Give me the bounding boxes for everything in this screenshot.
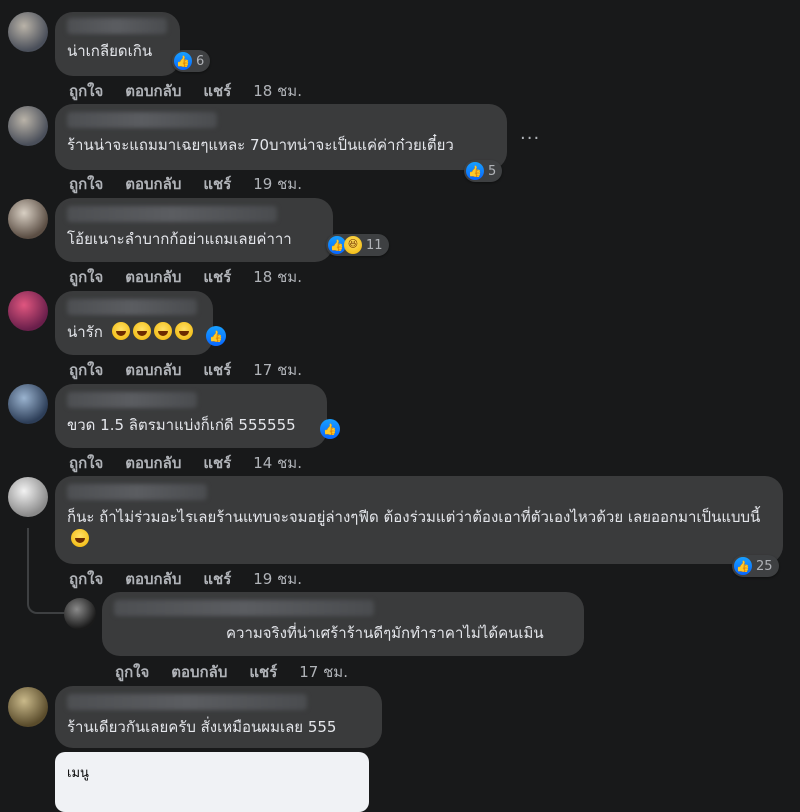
reaction-summary[interactable]: 👍 5 (464, 160, 503, 182)
reply-link[interactable]: ตอบกลับ (171, 660, 227, 684)
comment-actions: ถูกใจ ตอบกลับ แชร์ 17 ชม. (69, 358, 302, 382)
reply-link[interactable]: ตอบกลับ (125, 451, 181, 475)
comment-bubble: น่ารัก (55, 291, 213, 355)
comment-actions: ถูกใจ ตอบกลับ แชร์ 19 ชม. (69, 172, 302, 196)
like-link[interactable]: ถูกใจ (69, 567, 103, 591)
comment-actions: ถูกใจ ตอบกลับ แชร์ 19 ชม. (69, 567, 302, 591)
share-link[interactable]: แชร์ (203, 172, 231, 196)
comment-bubble: ร้านน่าจะแถมมาเฉยๆแหละ 70บาทน่าจะเป็นแค่… (55, 104, 507, 170)
commenter-avatar[interactable] (8, 384, 48, 424)
commenter-name[interactable] (67, 694, 307, 710)
comment-bubble: ก็นะ ถ้าไม่ร่วมอะไรเลยร้านแทบจะจมอยู่ล่า… (55, 476, 783, 564)
share-link[interactable]: แชร์ (203, 79, 231, 103)
reply-bubble: ความจริงที่น่าเศร้าร้านดีๆมักทำราคาไม่ได… (102, 592, 584, 656)
reply-link[interactable]: ตอบกลับ (125, 358, 181, 382)
like-reaction-icon: 👍 (466, 162, 484, 180)
laughing-emoji-icon (153, 322, 172, 340)
laughing-emoji-icon (132, 322, 151, 340)
share-link[interactable]: แชร์ (203, 451, 231, 475)
like-link[interactable]: ถูกใจ (69, 265, 103, 289)
reply-text: ความจริงที่น่าเศร้าร้านดีๆมักทำราคาไม่ได… (226, 624, 544, 642)
comment-bubble: ขวด 1.5 ลิตรมาแบ่งก็เก่ดี 555555 (55, 384, 327, 448)
like-link[interactable]: ถูกใจ (69, 451, 103, 475)
reply-link[interactable]: ตอบกลับ (125, 172, 181, 196)
laughing-emoji-icon (111, 322, 130, 340)
commenter-avatar[interactable] (8, 12, 48, 52)
commenter-avatar[interactable] (8, 687, 48, 727)
menu-card-title: เมนู (67, 766, 89, 781)
reply-avatar[interactable] (64, 598, 96, 630)
comment-bubble: น่าเกลียดเกิน (55, 12, 180, 76)
commenter-name[interactable] (67, 392, 197, 408)
comment-text: น่าเกลียดเกิน (67, 42, 153, 60)
share-link[interactable]: แชร์ (203, 567, 231, 591)
commenter-name[interactable] (67, 112, 217, 128)
like-link[interactable]: ถูกใจ (115, 660, 149, 684)
like-reaction-icon: 👍 (734, 557, 752, 575)
timestamp[interactable]: 18 ชม. (253, 265, 302, 289)
commenter-avatar[interactable] (8, 291, 48, 331)
reply-link[interactable]: ตอบกลับ (125, 567, 181, 591)
like-reaction-icon: 👍 (174, 52, 192, 70)
reaction-summary[interactable]: 👍 6 (172, 50, 211, 72)
commenter-avatar[interactable] (8, 199, 48, 239)
comment-actions: ถูกใจ ตอบกลับ แชร์ 18 ชม. (69, 79, 302, 103)
reply-commenter-name[interactable] (114, 600, 374, 616)
comment-text: ขวด 1.5 ลิตรมาแบ่งก็เก่ดี 555555 (67, 416, 296, 434)
reaction-count: 11 (366, 237, 383, 253)
like-reaction-icon[interactable]: 👍 (206, 326, 226, 346)
menu-card-preview[interactable]: เมนู (55, 752, 369, 812)
laughing-emoji-icon (174, 322, 193, 340)
comment-actions: ถูกใจ ตอบกลับ แชร์ 18 ชม. (69, 265, 302, 289)
timestamp[interactable]: 18 ชม. (253, 79, 302, 103)
comment-text-content: ก็นะ ถ้าไม่ร่วมอะไรเลยร้านแทบจะจมอยู่ล่า… (67, 508, 761, 526)
commenter-name[interactable] (67, 299, 197, 315)
comment-text: ร้านน่าจะแถมมาเฉยๆแหละ 70บาทน่าจะเป็นแค่… (67, 136, 454, 154)
comment-text: น่ารัก (67, 321, 201, 343)
share-link[interactable]: แชร์ (249, 660, 277, 684)
like-link[interactable]: ถูกใจ (69, 172, 103, 196)
reaction-count: 25 (756, 558, 773, 574)
commenter-avatar[interactable] (8, 477, 48, 517)
comment-text: ก็นะ ถ้าไม่ร่วมอะไรเลยร้านแทบจะจมอยู่ล่า… (67, 506, 767, 550)
timestamp[interactable]: 19 ชม. (253, 567, 302, 591)
reply-link[interactable]: ตอบกลับ (125, 79, 181, 103)
expressionless-emoji-icon (71, 529, 89, 547)
reply-link[interactable]: ตอบกลับ (125, 265, 181, 289)
share-link[interactable]: แชร์ (203, 358, 231, 382)
comment-text: ร้านเดียวกันเลยครับ สั่งเหมือนผมเลย 555 (67, 718, 337, 736)
timestamp[interactable]: 17 ชม. (253, 358, 302, 382)
commenter-name[interactable] (67, 484, 207, 500)
reply-actions: ถูกใจ ตอบกลับ แชร์ 17 ชม. (115, 660, 348, 684)
commenter-avatar[interactable] (8, 106, 48, 146)
comment-text: โอ้ยเนาะลำบากก้อย่าแถมเลยค่าาา (67, 230, 292, 248)
more-options-icon[interactable]: ··· (520, 128, 540, 149)
commenter-name[interactable] (67, 18, 167, 34)
like-link[interactable]: ถูกใจ (69, 358, 103, 382)
timestamp[interactable]: 14 ชม. (253, 451, 302, 475)
commenter-name[interactable] (67, 206, 277, 222)
comment-bubble: ร้านเดียวกันเลยครับ สั่งเหมือนผมเลย 555 (55, 686, 382, 748)
reaction-summary[interactable]: 👍 😆 11 (326, 234, 389, 256)
like-link[interactable]: ถูกใจ (69, 79, 103, 103)
timestamp[interactable]: 19 ชม. (253, 172, 302, 196)
reaction-count: 5 (488, 163, 497, 179)
share-link[interactable]: แชร์ (203, 265, 231, 289)
timestamp[interactable]: 17 ชม. (299, 660, 348, 684)
haha-reaction-icon: 😆 (344, 236, 362, 254)
reaction-summary[interactable]: 👍 25 (732, 555, 779, 577)
comment-text-content: น่ารัก (67, 323, 103, 341)
like-reaction-icon[interactable]: 👍 (320, 419, 340, 439)
comment-bubble: โอ้ยเนาะลำบากก้อย่าแถมเลยค่าาา (55, 198, 333, 262)
comment-actions: ถูกใจ ตอบกลับ แชร์ 14 ชม. (69, 451, 302, 475)
reaction-count: 6 (196, 53, 205, 69)
